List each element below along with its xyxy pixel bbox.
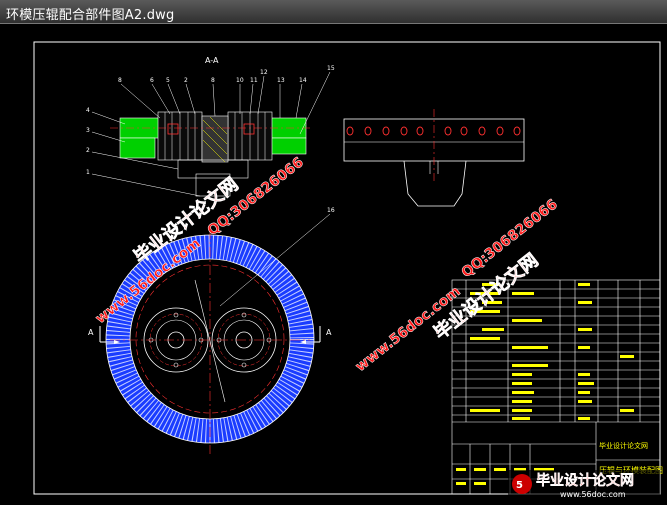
balloon-8b: 8 — [211, 77, 215, 84]
corner-logo-url: www.56doc.com — [560, 490, 626, 499]
cad-drawing[interactable]: A-A 8 6 5 2 8 10 11 12 13 14 15 4 3 2 1 … — [0, 24, 667, 501]
ring-die-view: 16 A A — [88, 207, 335, 454]
section-mark-left: A — [88, 328, 94, 337]
balloon-4: 4 — [86, 107, 90, 114]
corner-logo: 5 毕业设计论文网 www.56doc.com — [508, 470, 660, 500]
watermarks: 毕业设计论文网 www.56doc.com QQ:306826066 毕业设计论… — [92, 154, 561, 375]
section-view: 8 6 5 2 8 10 11 12 13 14 15 4 3 2 1 — [86, 65, 335, 197]
title-block-company: 毕业设计论文网 — [599, 441, 648, 450]
app-window: 环模压辊配合部件图A2.dwg A-A 8 6 5 2 8 10 11 12 1… — [0, 0, 667, 501]
balloon-13: 13 — [277, 77, 285, 84]
balloon-15: 15 — [327, 65, 335, 72]
title-bar: 环模压辊配合部件图A2.dwg — [0, 0, 667, 24]
section-mark-right: A — [326, 328, 332, 337]
balloon-12: 12 — [260, 69, 268, 76]
section-label: A-A — [205, 56, 219, 65]
balloon-14: 14 — [299, 77, 307, 84]
svg-text:5: 5 — [516, 480, 523, 491]
side-view — [343, 109, 525, 207]
balloon-16: 16 — [327, 207, 335, 214]
balloon-1: 1 — [86, 169, 90, 176]
balloon-6: 6 — [150, 77, 154, 84]
window-title: 环模压辊配合部件图A2.dwg — [6, 8, 175, 23]
drawing-border — [33, 41, 661, 495]
balloon-8a: 8 — [118, 77, 122, 84]
balloon-3: 3 — [86, 127, 90, 134]
balloon-2a: 2 — [184, 77, 188, 84]
balloon-11: 11 — [250, 77, 258, 84]
parts-list-entries — [456, 283, 634, 485]
balloon-2: 2 — [86, 147, 90, 154]
balloon-10: 10 — [236, 77, 244, 84]
drawing-canvas[interactable]: A-A 8 6 5 2 8 10 11 12 13 14 15 4 3 2 1 … — [0, 24, 667, 501]
corner-logo-text: 毕业设计论文网 — [536, 472, 634, 489]
balloon-5: 5 — [166, 77, 170, 84]
